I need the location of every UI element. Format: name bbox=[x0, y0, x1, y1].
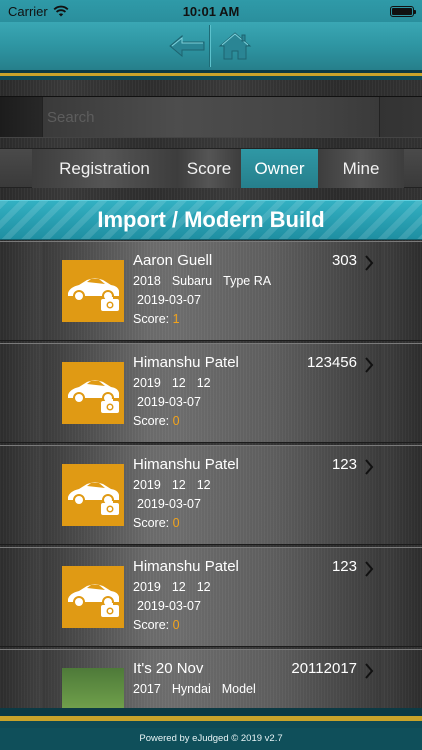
carrier-label: Carrier bbox=[8, 3, 48, 19]
car-number: 123 bbox=[331, 558, 357, 575]
chevron-right-icon bbox=[365, 357, 374, 373]
owner-name: It's 20 Nov bbox=[133, 660, 204, 677]
footer-stripe bbox=[0, 708, 422, 728]
list-item[interactable]: Himanshu Patel 123456 2019 12 12 2019-03… bbox=[0, 343, 422, 443]
back-arrow-icon bbox=[169, 34, 205, 58]
entry-date: 2019-03-07 bbox=[137, 395, 201, 409]
score-label: Score: bbox=[133, 414, 170, 428]
owner-name: Himanshu Patel bbox=[133, 456, 239, 473]
owner-name: Aaron Guell bbox=[133, 252, 213, 269]
chevron-right-icon bbox=[365, 663, 374, 679]
entry-date: 2019-03-07 bbox=[137, 497, 201, 511]
car-details: 2019 12 12 bbox=[133, 580, 211, 594]
header-stripe bbox=[0, 70, 422, 80]
entry-list: Aaron Guell 303 2018 Subaru Type RA 2019… bbox=[0, 241, 422, 708]
car-details: 2017 Hyndai Model bbox=[133, 682, 256, 696]
tab-owner[interactable]: Owner bbox=[241, 149, 318, 188]
car-make: Hyndai bbox=[171, 682, 211, 696]
score-label: Score: bbox=[133, 312, 170, 326]
car-details: 2019 12 12 bbox=[133, 478, 211, 492]
car-model: Model bbox=[221, 682, 256, 696]
tab-mine[interactable]: Mine bbox=[318, 149, 404, 188]
car-camera-icon bbox=[62, 566, 124, 628]
list-item[interactable]: It's 20 Nov 20112017 2017 Hyndai Model bbox=[0, 649, 422, 708]
score-line: Score: 0 bbox=[133, 516, 180, 530]
list-item[interactable]: Himanshu Patel 123 2019 12 12 2019-03-07… bbox=[0, 547, 422, 647]
tab-score-label: Score bbox=[186, 158, 232, 178]
tab-mine-label: Mine bbox=[342, 158, 380, 178]
score-label: Score: bbox=[133, 618, 170, 632]
status-bar: Carrier bbox=[0, 0, 422, 22]
car-camera-icon bbox=[62, 260, 124, 322]
tab-registration[interactable]: Registration bbox=[32, 149, 177, 188]
tab-score[interactable]: Score bbox=[177, 149, 241, 188]
chevron-right-icon bbox=[365, 459, 374, 475]
search-input[interactable] bbox=[42, 97, 380, 137]
car-year: 2018 bbox=[133, 274, 161, 288]
car-number: 123 bbox=[331, 456, 357, 473]
car-model: 12 bbox=[196, 580, 211, 594]
wifi-icon bbox=[53, 5, 69, 17]
car-make: 12 bbox=[171, 478, 186, 492]
car-model: 12 bbox=[196, 478, 211, 492]
car-make: 12 bbox=[171, 376, 186, 390]
owner-name: Himanshu Patel bbox=[133, 558, 239, 575]
car-camera-icon bbox=[62, 362, 124, 424]
back-button[interactable] bbox=[167, 26, 207, 66]
tab-registration-label: Registration bbox=[59, 158, 150, 178]
search-bar bbox=[0, 96, 422, 138]
entry-date: 2019-03-07 bbox=[137, 599, 201, 613]
entry-date: 2019-03-07 bbox=[137, 293, 201, 307]
home-button[interactable] bbox=[215, 26, 255, 66]
car-model: Type RA bbox=[223, 274, 272, 288]
car-year: 2017 bbox=[133, 682, 161, 696]
car-details: 2019 12 12 bbox=[133, 376, 211, 390]
footer: Powered by eJudged © 2019 v2.7 bbox=[0, 728, 422, 750]
score-line: Score: 1 bbox=[133, 312, 180, 326]
main-content: Registration Score Owner Mine Import / M… bbox=[0, 80, 422, 708]
car-number: 123456 bbox=[306, 354, 357, 371]
chevron-right-icon bbox=[365, 255, 374, 271]
score-value: 0 bbox=[172, 414, 180, 428]
category-banner: Import / Modern Build bbox=[0, 200, 422, 240]
chevron-right-icon bbox=[365, 561, 374, 577]
entry-photo bbox=[62, 668, 124, 708]
car-number: 20112017 bbox=[291, 660, 357, 677]
tab-owner-label: Owner bbox=[254, 158, 305, 178]
car-make: 12 bbox=[171, 580, 186, 594]
score-value: 1 bbox=[172, 312, 180, 326]
nav-divider bbox=[209, 25, 211, 67]
car-details: 2018 Subaru Type RA bbox=[133, 274, 271, 288]
score-value: 0 bbox=[172, 516, 180, 530]
list-item[interactable]: Aaron Guell 303 2018 Subaru Type RA 2019… bbox=[0, 241, 422, 341]
car-number: 303 bbox=[331, 252, 357, 269]
owner-name: Himanshu Patel bbox=[133, 354, 239, 371]
list-item[interactable]: Himanshu Patel 123 2019 12 12 2019-03-07… bbox=[0, 445, 422, 545]
status-left: Carrier bbox=[8, 4, 69, 19]
home-icon bbox=[218, 32, 252, 60]
category-title: Import / Modern Build bbox=[97, 207, 325, 232]
score-value: 0 bbox=[172, 618, 180, 632]
footer-text: Powered by eJudged © 2019 v2.7 bbox=[139, 733, 283, 744]
car-year: 2019 bbox=[133, 580, 161, 594]
car-make: Subaru bbox=[171, 274, 213, 288]
battery-icon bbox=[390, 5, 416, 17]
score-label: Score: bbox=[133, 516, 170, 530]
car-year: 2019 bbox=[133, 376, 161, 390]
score-line: Score: 0 bbox=[133, 618, 180, 632]
nav-header bbox=[0, 22, 422, 70]
car-model: 12 bbox=[196, 376, 211, 390]
filter-tabs: Registration Score Owner Mine bbox=[0, 148, 422, 188]
car-year: 2019 bbox=[133, 478, 161, 492]
score-line: Score: 0 bbox=[133, 414, 180, 428]
car-camera-icon bbox=[62, 464, 124, 526]
